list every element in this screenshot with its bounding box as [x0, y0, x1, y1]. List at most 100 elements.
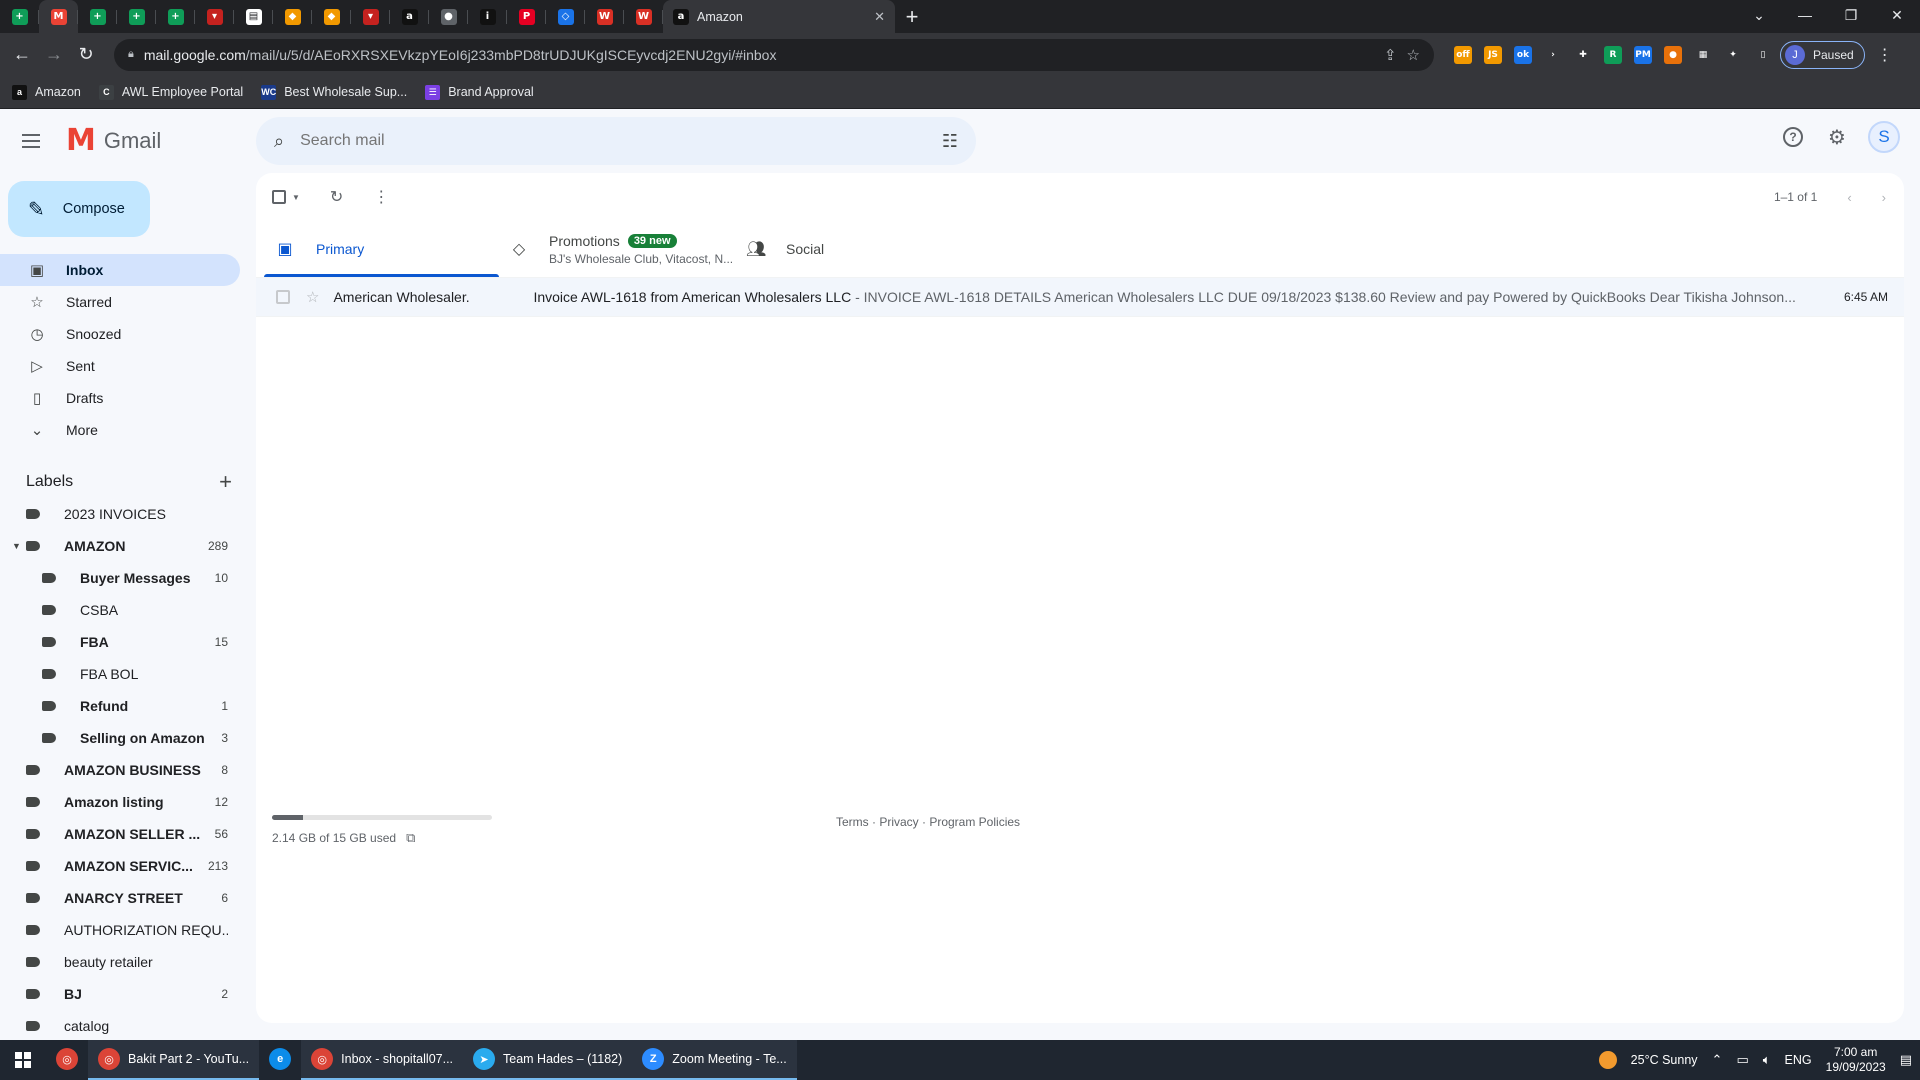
- pinned-tab[interactable]: ▾: [195, 0, 234, 33]
- label-item[interactable]: FBA BOL: [0, 658, 240, 690]
- plus-ext-icon[interactable]: ✚: [1574, 45, 1592, 64]
- lock-icon[interactable]: 🔒︎: [128, 48, 134, 61]
- pinned-tab[interactable]: ◆: [312, 0, 351, 33]
- tab-promotions[interactable]: ◇ Promotions 39 new BJ's Wholesale Club,…: [499, 221, 734, 277]
- start-button[interactable]: [0, 1040, 46, 1080]
- r-ext-icon[interactable]: R: [1604, 45, 1622, 64]
- older-page-button[interactable]: ›: [1882, 190, 1886, 205]
- pinned-tab[interactable]: i: [468, 0, 507, 33]
- sidebar-item-more[interactable]: ⌄ More: [0, 414, 240, 446]
- pinned-tab[interactable]: +: [78, 0, 117, 33]
- more-actions-button[interactable]: ⋮: [373, 187, 389, 207]
- sidebar-item-starred[interactable]: ☆ Starred: [0, 286, 240, 318]
- label-item[interactable]: ▼ AMAZON 289: [0, 530, 240, 562]
- label-item[interactable]: FBA 15: [0, 626, 240, 658]
- pinned-tab[interactable]: P: [507, 0, 546, 33]
- taskbar-app[interactable]: ◎ Bakit Part 2 - YouTu...: [88, 1040, 260, 1080]
- orange-ext-icon[interactable]: ●: [1664, 45, 1682, 64]
- taskbar-app[interactable]: e: [259, 1040, 301, 1080]
- newer-page-button[interactable]: ‹: [1847, 190, 1851, 205]
- pinned-tab[interactable]: +: [117, 0, 156, 33]
- open-in-new-icon[interactable]: ⧉: [406, 830, 415, 846]
- pinned-tab[interactable]: ●: [429, 0, 468, 33]
- reload-button[interactable]: ↻: [72, 41, 100, 69]
- profile-button[interactable]: J Paused: [1780, 40, 1865, 69]
- off-ext-icon[interactable]: off: [1454, 45, 1472, 64]
- grid-ext-icon[interactable]: ▦: [1694, 45, 1712, 64]
- caret-down-icon[interactable]: ▼: [292, 193, 300, 202]
- label-item[interactable]: CSBA: [0, 594, 240, 626]
- bookmark-star-icon[interactable]: ☆: [1407, 46, 1420, 64]
- sidebar-item-sent[interactable]: ▷ Sent: [0, 350, 240, 382]
- pinned-tab[interactable]: M: [39, 0, 78, 33]
- label-item[interactable]: beauty retailer: [0, 946, 240, 978]
- label-item[interactable]: ANARCY STREET 6: [0, 882, 240, 914]
- volume-icon[interactable]: 🔈︎: [1763, 1052, 1771, 1068]
- sidebar-item-snoozed[interactable]: ◷ Snoozed: [0, 318, 240, 350]
- tab-social[interactable]: 👥︎ Social: [734, 221, 969, 277]
- main-menu-icon[interactable]: [22, 134, 46, 148]
- sidepanel-icon[interactable]: ▯: [1754, 45, 1772, 64]
- clock[interactable]: 7:00 am 19/09/2023: [1826, 1045, 1886, 1075]
- restore-button[interactable]: ❐: [1828, 7, 1874, 24]
- weather-icon[interactable]: [1598, 1051, 1617, 1069]
- label-item[interactable]: BJ 2: [0, 978, 240, 1010]
- settings-icon[interactable]: ⚙: [1824, 124, 1850, 150]
- forward-button[interactable]: →: [40, 41, 68, 69]
- sidebar-item-inbox[interactable]: ▣ Inbox: [0, 254, 240, 286]
- minimize-button[interactable]: —: [1782, 7, 1828, 23]
- bookmark-item[interactable]: C AWL Employee Portal: [98, 84, 243, 100]
- select-all-checkbox[interactable]: [272, 190, 286, 204]
- close-tab-icon[interactable]: ✕: [874, 9, 885, 25]
- label-item[interactable]: Selling on Amazon 3: [0, 722, 240, 754]
- account-avatar[interactable]: S: [1868, 121, 1900, 153]
- support-button[interactable]: ?: [1780, 124, 1806, 150]
- email-row[interactable]: ☆ American Wholesaler. Invoice AWL-1618 fr…: [256, 277, 1904, 317]
- gmail-logo[interactable]: M Gmail: [66, 126, 161, 156]
- active-browser-tab[interactable]: a Amazon ✕: [663, 0, 895, 33]
- label-item[interactable]: AMAZON SELLER ... 56: [0, 818, 240, 850]
- star-icon[interactable]: ☆: [306, 288, 319, 306]
- compose-button[interactable]: ✎ Compose: [8, 181, 150, 237]
- label-item[interactable]: AUTHORIZATION REQU...: [0, 914, 240, 946]
- select-all-dropdown[interactable]: ▼: [272, 190, 300, 204]
- label-item[interactable]: AMAZON SERVIC... 213: [0, 850, 240, 882]
- refresh-button[interactable]: ↻: [330, 187, 343, 207]
- bookmark-item[interactable]: a Amazon: [12, 84, 81, 100]
- pm-ext-icon[interactable]: PM: [1634, 45, 1652, 64]
- label-item[interactable]: Refund 1: [0, 690, 240, 722]
- pinned-tab[interactable]: a: [390, 0, 429, 33]
- pinned-tab[interactable]: W: [624, 0, 663, 33]
- taskbar-app[interactable]: ➤ Team Hades – (1182): [463, 1040, 633, 1080]
- browser-menu-icon[interactable]: ⋮: [1877, 45, 1893, 65]
- pinned-tab[interactable]: ◇: [546, 0, 585, 33]
- arrow-ext-icon[interactable]: ›: [1544, 45, 1562, 64]
- create-label-icon[interactable]: +: [219, 469, 232, 495]
- search-icon[interactable]: ⌕: [274, 131, 284, 152]
- pinned-tab[interactable]: W: [585, 0, 624, 33]
- pinned-tab[interactable]: ◆: [273, 0, 312, 33]
- email-checkbox[interactable]: [276, 290, 290, 304]
- weather-text[interactable]: 25°C Sunny: [1631, 1053, 1698, 1067]
- language-indicator[interactable]: ENG: [1785, 1053, 1812, 1067]
- sidebar-item-drafts[interactable]: ▯ Drafts: [0, 382, 240, 414]
- pinned-tab[interactable]: ▾: [351, 0, 390, 33]
- label-item[interactable]: Amazon listing 12: [0, 786, 240, 818]
- label-item[interactable]: Buyer Messages 10: [0, 562, 240, 594]
- puzzle-ext-icon[interactable]: ✦: [1724, 45, 1742, 64]
- caret-down-icon[interactable]: ▼: [12, 541, 26, 551]
- new-tab-button[interactable]: +: [895, 0, 929, 33]
- search-options-icon[interactable]: ☷: [942, 131, 958, 152]
- pinned-tab[interactable]: +: [0, 0, 39, 33]
- policy-links[interactable]: Terms · Privacy · Program Policies: [836, 815, 1020, 829]
- label-item[interactable]: AMAZON BUSINESS 8: [0, 754, 240, 786]
- bookmark-item[interactable]: WC Best Wholesale Sup...: [261, 84, 407, 100]
- ok-ext-icon[interactable]: ok: [1514, 45, 1532, 64]
- tab-search-icon[interactable]: ⌄: [1736, 7, 1782, 24]
- pinned-tab[interactable]: +: [156, 0, 195, 33]
- address-bar[interactable]: 🔒︎ mail.google.com/mail/u/5/d/AEoRXRSXEV…: [114, 38, 1434, 71]
- share-icon[interactable]: ⇪: [1384, 46, 1397, 64]
- pinned-tab[interactable]: ▤: [234, 0, 273, 33]
- taskbar-app[interactable]: ◎: [46, 1040, 88, 1080]
- back-button[interactable]: ←: [8, 41, 36, 69]
